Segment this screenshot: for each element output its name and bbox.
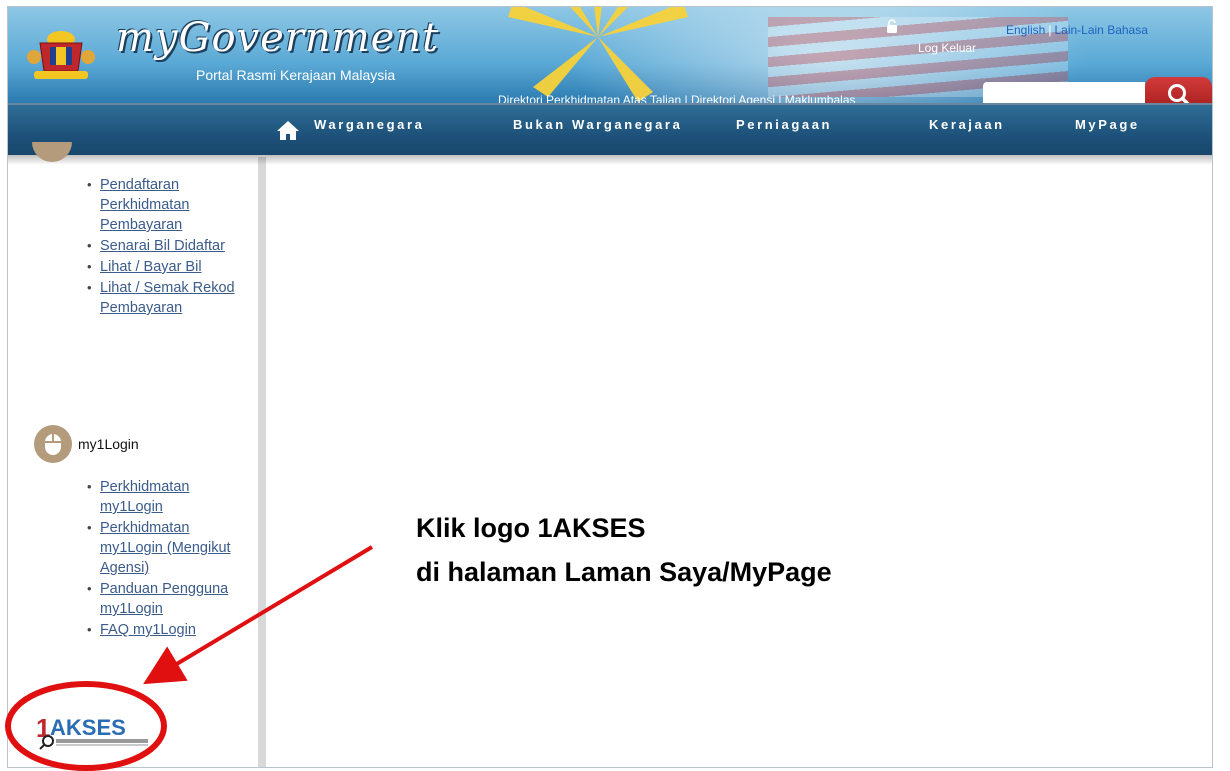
menu-link-perkhidmatan[interactable]: Perkhidmatan my1Login	[100, 479, 189, 515]
menu-link-senarai-bil[interactable]: Senarai Bil Didaftar	[100, 238, 225, 254]
lock-icon[interactable]	[886, 19, 898, 33]
menu-link-pendaftaran[interactable]: Pendaftaran Perkhidmatan Pembayaran	[100, 177, 189, 233]
browser-page: myGovernment Portal Rasmi Kerajaan Malay…	[7, 6, 1213, 768]
list-item: Panduan Pengguna my1Login	[86, 579, 256, 619]
language-links: English | Lain-Lain Bahasa	[1006, 23, 1148, 37]
annotation-line-2: di halaman Laman Saya/MyPage	[416, 557, 832, 587]
menu-link-rekod-pembayaran[interactable]: Lihat / Semak Rekod Pembayaran	[100, 280, 235, 316]
my1login-menu: Perkhidmatan my1Login Perkhidmatan my1Lo…	[86, 477, 256, 641]
mouse-icon	[34, 425, 72, 463]
list-item: Perkhidmatan my1Login (Mengikut Agensi)	[86, 518, 256, 578]
annotation-line-1: Klik logo 1AKSES	[416, 513, 646, 543]
list-item: FAQ my1Login	[86, 620, 256, 640]
nav-kerajaan[interactable]: Kerajaan	[929, 117, 1005, 132]
payment-menu: Pendaftaran Perkhidmatan Pembayaran Sena…	[86, 175, 256, 319]
site-subtitle: Portal Rasmi Kerajaan Malaysia	[196, 67, 396, 83]
svg-text:AKSES: AKSES	[50, 715, 126, 740]
my1login-section-header: my1Login	[34, 425, 139, 463]
menu-link-bayar-bil[interactable]: Lihat / Bayar Bil	[100, 259, 202, 275]
menu-link-faq[interactable]: FAQ my1Login	[100, 622, 196, 638]
language-separator: |	[1048, 23, 1052, 37]
menu-link-perkhidmatan-agensi[interactable]: Perkhidmatan my1Login (Mengikut Agensi)	[100, 520, 231, 576]
list-item: Senarai Bil Didaftar	[86, 236, 256, 256]
nav-mypage[interactable]: MyPage	[1075, 117, 1140, 132]
english-link[interactable]: English	[1006, 23, 1045, 37]
list-item: Pendaftaran Perkhidmatan Pembayaran	[86, 175, 256, 235]
annotation-text: Klik logo 1AKSES di halaman Laman Saya/M…	[416, 506, 832, 594]
other-languages-link[interactable]: Lain-Lain Bahasa	[1054, 23, 1147, 37]
list-item: Lihat / Bayar Bil	[86, 257, 256, 277]
nav-warganegara[interactable]: Warganegara	[314, 117, 424, 132]
menu-link-panduan[interactable]: Panduan Pengguna my1Login	[100, 581, 228, 617]
list-item: Perkhidmatan my1Login	[86, 477, 256, 517]
nav-perniagaan[interactable]: Perniagaan	[736, 117, 832, 132]
1akses-logo[interactable]: 1 AKSES	[34, 711, 154, 751]
site-title[interactable]: myGovernment	[116, 15, 439, 61]
logout-link[interactable]: Log Keluar	[918, 41, 976, 55]
list-item: Lihat / Semak Rekod Pembayaran	[86, 278, 256, 318]
home-icon[interactable]	[276, 119, 300, 141]
nav-bukan-warganegara[interactable]: Bukan Warganegara	[513, 117, 682, 132]
main-content	[266, 157, 1212, 767]
sidebar-divider	[258, 157, 266, 767]
site-header: myGovernment Portal Rasmi Kerajaan Malay…	[8, 7, 1212, 155]
section-label: my1Login	[78, 436, 139, 452]
coat-of-arms-logo	[27, 31, 95, 79]
